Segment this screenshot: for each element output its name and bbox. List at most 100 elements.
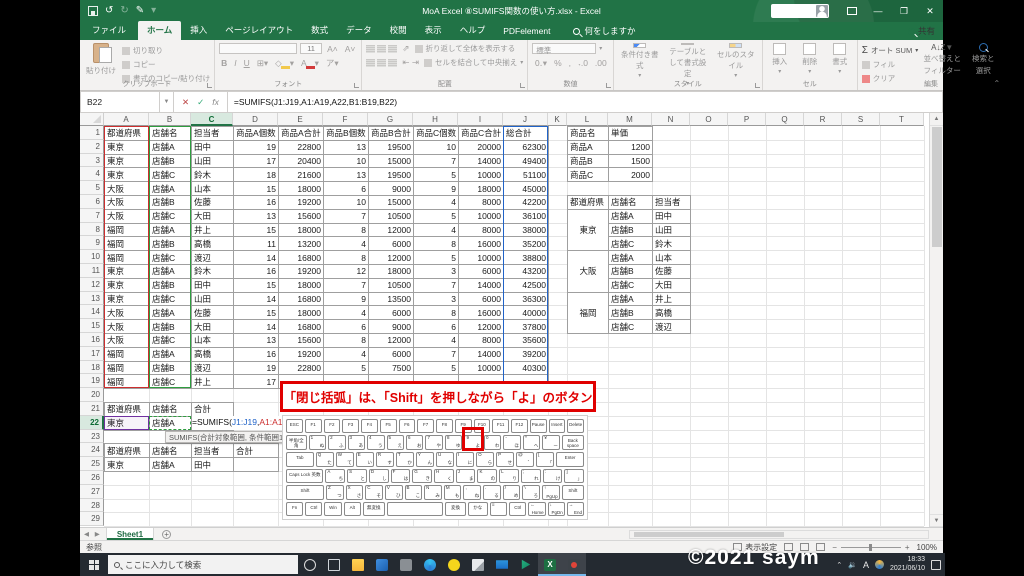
merge-center-label[interactable]: セルを結合して中央揃え [435, 57, 517, 68]
cell[interactable]: 田中 [191, 277, 234, 293]
cell[interactable]: 42200 [503, 194, 549, 210]
tab-data[interactable]: データ [337, 21, 381, 40]
cancel-icon[interactable]: ✕ [182, 97, 189, 108]
cell[interactable]: 店舗A [149, 346, 192, 362]
cell[interactable]: 36100 [503, 208, 549, 224]
col-header-O[interactable]: O [690, 113, 728, 126]
col-header-H[interactable]: H [413, 113, 458, 126]
row-header-14[interactable]: 14 [80, 305, 104, 320]
cell[interactable]: 15 [233, 305, 279, 321]
horizontal-scrollbar[interactable] [629, 530, 929, 539]
cell[interactable]: 4 [323, 305, 369, 321]
col-header-E[interactable]: E [278, 113, 323, 126]
col-header-A[interactable]: A [104, 113, 149, 126]
cell[interactable]: 21600 [278, 167, 324, 183]
row-header-2[interactable]: 2 [80, 139, 104, 154]
cell[interactable]: 8 [323, 222, 369, 238]
orientation-icon[interactable]: ⇗ [400, 43, 411, 54]
cell[interactable]: 福岡 [104, 360, 150, 376]
cell[interactable]: 店舗名 [149, 126, 192, 141]
cell[interactable]: 10000 [458, 360, 504, 376]
cell[interactable]: 佐藤 [652, 263, 691, 279]
cell[interactable]: 15000 [368, 194, 414, 210]
excel-taskbar-button[interactable]: X [538, 553, 562, 576]
number-format-box[interactable]: 標準 [532, 43, 597, 55]
col-header-J[interactable]: J [503, 113, 548, 126]
cell[interactable]: 山田 [191, 153, 234, 169]
cell[interactable]: 13 [323, 167, 369, 183]
recorder-button[interactable] [562, 553, 586, 576]
cell[interactable]: 10500 [368, 277, 414, 293]
close-button[interactable]: ✕ [917, 0, 943, 22]
cell[interactable]: 福岡 [104, 222, 150, 238]
tab-page-layout[interactable]: ページレイアウト [216, 21, 302, 40]
cell[interactable]: 5 [413, 167, 459, 183]
horizontal-scroll-thumb[interactable] [634, 532, 784, 537]
number-dialog-launcher[interactable] [605, 83, 611, 88]
cell[interactable]: 1200 [608, 139, 653, 155]
cell[interactable]: 14000 [458, 153, 504, 169]
cell[interactable]: 45000 [503, 181, 549, 196]
cell[interactable]: 4 [413, 222, 459, 238]
cell[interactable]: 18000 [278, 305, 324, 321]
cell[interactable]: 福岡 [104, 374, 150, 390]
cell[interactable]: 高橋 [191, 236, 234, 252]
cell[interactable]: 18 [233, 167, 279, 183]
cell[interactable]: 8000 [458, 332, 504, 348]
zoom-slider-thumb[interactable] [868, 543, 872, 551]
row-header-12[interactable]: 12 [80, 277, 104, 292]
col-header-L[interactable]: L [567, 113, 608, 126]
cell[interactable]: 店舗A [608, 208, 653, 224]
cell[interactable]: 16000 [458, 236, 504, 252]
cell[interactable]: 井上 [191, 222, 234, 238]
zoom-control[interactable]: − + [832, 543, 909, 552]
cell[interactable]: 店舗B [149, 153, 192, 169]
ime-indicator[interactable]: A [863, 560, 869, 570]
cell[interactable]: 3 [413, 291, 459, 307]
cell[interactable]: 15600 [278, 332, 324, 348]
cell[interactable]: 15 [233, 222, 279, 238]
tab-help[interactable]: ヘルプ [451, 21, 495, 40]
vertical-scrollbar[interactable]: ▲ ▼ [929, 113, 943, 527]
cell[interactable]: 店舗名 [149, 443, 192, 459]
qat-customize-icon[interactable]: ▾ [151, 6, 156, 16]
zoom-slider[interactable] [840, 543, 901, 551]
cell[interactable]: 10000 [458, 208, 504, 224]
cell[interactable]: 商品A個数 [233, 126, 279, 141]
cell[interactable]: 東京 [104, 153, 150, 169]
underline-button[interactable]: U [242, 58, 252, 68]
cell[interactable]: 16800 [278, 250, 324, 265]
row-headers[interactable]: 1 2 3 4 5 6 7 8 9 10 11 12 13 14 15 16 17 18 19 20 21 22 23 24 2… [80, 126, 104, 527]
insert-cells-button[interactable]: 挿入 ▾ [767, 43, 793, 79]
cell[interactable]: 16800 [278, 291, 324, 307]
row-header-21[interactable]: 21 [80, 401, 104, 416]
cell[interactable]: 6000 [458, 291, 504, 307]
conditional-formatting-button[interactable]: 条件付き書式 ▾ [618, 43, 662, 79]
cell[interactable]: 7 [413, 277, 459, 293]
col-header-N[interactable]: N [652, 113, 690, 126]
cell[interactable]: 3 [413, 263, 459, 279]
undo-icon[interactable]: ↺ [105, 6, 113, 16]
cell[interactable]: 4 [323, 236, 369, 252]
cell[interactable]: 大阪 [104, 194, 150, 210]
cell[interactable]: 6000 [368, 305, 414, 321]
col-header-P[interactable]: P [728, 113, 766, 126]
cell[interactable]: 商品C個数 [413, 126, 459, 141]
row-header-28[interactable]: 28 [80, 498, 104, 513]
cell[interactable]: 店舗C [149, 291, 192, 307]
cell[interactable]: 店舗B [149, 236, 192, 252]
cell[interactable]: 5 [413, 360, 459, 376]
cell[interactable]: 20000 [458, 139, 504, 155]
stream-app-button[interactable] [514, 553, 538, 576]
font-size-box[interactable]: 11 [300, 43, 323, 54]
enter-icon[interactable]: ✓ [197, 97, 204, 108]
cell[interactable]: 東京 [104, 415, 150, 431]
cell[interactable]: 店舗A [149, 181, 192, 196]
cell[interactable]: 10500 [368, 208, 414, 224]
currency-format-icon[interactable]: 🄀▾ [532, 57, 549, 69]
cell[interactable]: 大阪 [104, 181, 150, 196]
row-header-29[interactable]: 29 [80, 512, 104, 527]
cell[interactable]: 8 [323, 250, 369, 265]
cell[interactable]: 店舗A [149, 263, 192, 279]
cell[interactable]: 佐藤 [191, 305, 234, 321]
